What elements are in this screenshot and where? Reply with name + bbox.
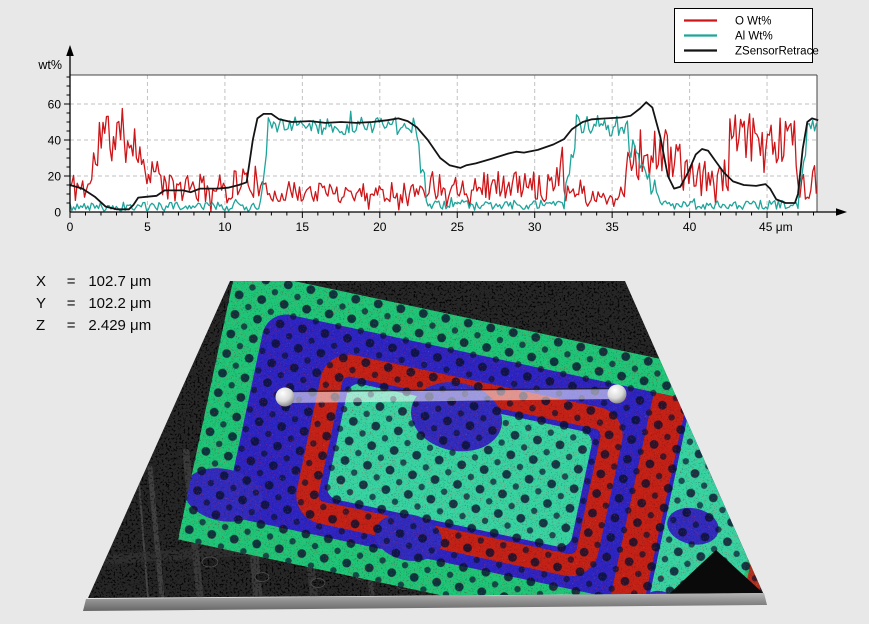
legend-label: Al Wt% xyxy=(735,31,773,43)
x-tick-label: 20 xyxy=(373,220,387,234)
profile-handle-left[interactable] xyxy=(276,388,295,407)
legend-label: O Wt% xyxy=(735,16,771,28)
coord-z-eq: = xyxy=(58,315,84,337)
plot-area xyxy=(70,75,817,212)
y-tick-label: 60 xyxy=(48,98,62,112)
x-tick-label: 0 xyxy=(67,220,74,234)
y-tick-label: 40 xyxy=(48,134,62,148)
coord-z-row: Z = 2.429 μm xyxy=(36,315,151,337)
wt-percent-chart: 0 5 10 15 20 25 30 35 40 45 μm 0 20 40 60 wt% O Wt% Al W… xyxy=(0,0,869,255)
y-tick-label: 20 xyxy=(48,170,62,184)
legend: O Wt% Al Wt% ZSensorRetrace xyxy=(675,9,819,63)
coord-y-row: Y = 102.2 μm xyxy=(36,293,151,315)
x-tick-label: 10 xyxy=(218,220,232,234)
coord-y-value: 102.2 μm xyxy=(88,293,151,315)
coord-x-value: 102.7 μm xyxy=(88,271,151,293)
x-tick-label: 5 xyxy=(144,220,151,234)
x-tick-label: 25 xyxy=(451,220,465,234)
profile-handle-right[interactable] xyxy=(608,385,627,404)
coord-y-label: Y xyxy=(36,293,54,315)
x-tick-label: 15 xyxy=(296,220,310,234)
coord-y-eq: = xyxy=(58,293,84,315)
legend-label: ZSensorRetrace xyxy=(735,46,819,58)
cursor-readout: X = 102.7 μm Y = 102.2 μm Z = 2.429 μm xyxy=(36,271,151,337)
x-tick-label: 30 xyxy=(528,220,542,234)
coord-x-label: X xyxy=(36,271,54,293)
coord-z-value: 2.429 μm xyxy=(88,315,151,337)
y-axis-title: wt% xyxy=(37,58,62,72)
app-window: 0 5 10 15 20 25 30 35 40 45 μm 0 20 40 60 wt% O Wt% Al W… xyxy=(0,0,869,624)
coord-z-label: Z xyxy=(36,315,54,337)
x-tick-label: 40 xyxy=(683,220,697,234)
y-tick-label: 0 xyxy=(54,206,61,220)
x-axis-arrow-icon xyxy=(836,208,847,216)
coord-x-eq: = xyxy=(58,271,84,293)
coord-x-row: X = 102.7 μm xyxy=(36,271,151,293)
x-tick-label: 45 μm xyxy=(759,220,793,234)
x-tick-label: 35 xyxy=(605,220,619,234)
y-axis-arrow-icon xyxy=(66,45,74,56)
